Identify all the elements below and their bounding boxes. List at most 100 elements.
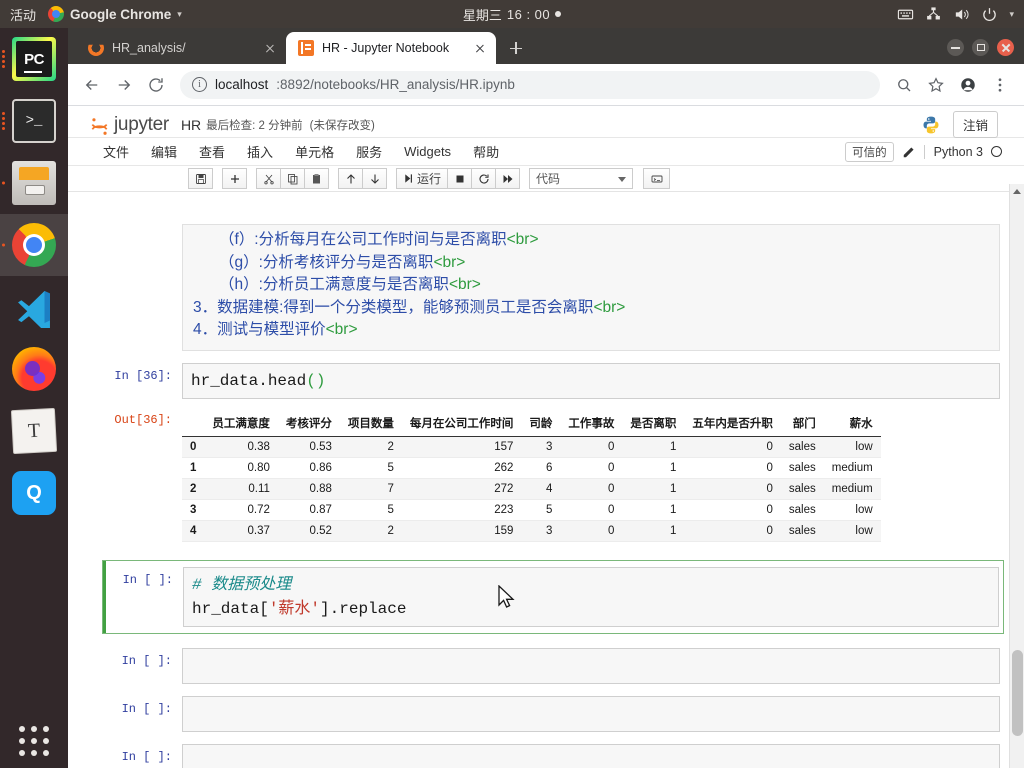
site-info-icon[interactable]: i (192, 77, 207, 92)
qq-icon: Q (12, 471, 56, 515)
save-button[interactable] (188, 168, 213, 189)
notebook-cell-empty-3[interactable]: In [ ]: (110, 743, 1000, 768)
chevron-down-icon: ▾ (177, 8, 182, 19)
code-editor[interactable] (182, 743, 1000, 768)
menu-view[interactable]: 查看 (188, 139, 236, 164)
python-logo-icon (921, 115, 941, 135)
trusted-badge: 可信的 (845, 141, 894, 162)
reload-button[interactable] (142, 71, 170, 99)
scrollbar-thumb[interactable] (1012, 650, 1023, 736)
cut-button[interactable] (256, 168, 281, 189)
restart-run-all-button[interactable] (495, 168, 521, 189)
notebook-cell-empty-1[interactable]: In [ ]: (110, 647, 1000, 684)
show-applications-button[interactable] (0, 726, 68, 756)
move-cell-up-button[interactable] (338, 168, 363, 189)
dock-item-pycharm[interactable]: PC (0, 28, 68, 90)
notebook-cell-empty-2[interactable]: In [ ]: (110, 695, 1000, 732)
menu-help[interactable]: 帮助 (462, 139, 510, 164)
dock-item-firefox[interactable] (0, 338, 68, 400)
col-satisfaction: 员工满意度 (204, 410, 278, 437)
menu-file[interactable]: 文件 (92, 139, 140, 164)
cell-prompt-in: In [ ]: (121, 749, 172, 764)
code-editor[interactable]: hr_data.head() (182, 362, 1000, 399)
command-palette-button[interactable] (643, 168, 671, 189)
clock-time: 16 : 00 (506, 6, 551, 22)
run-cell-button[interactable]: 运行 (396, 168, 449, 189)
dock-item-files[interactable] (0, 152, 68, 214)
cell-value: low (855, 524, 873, 537)
maximize-button[interactable] (972, 39, 989, 56)
activities-button[interactable]: 活动 (0, 5, 48, 24)
toolbar-group-edit (256, 168, 329, 189)
profile-button[interactable] (954, 71, 982, 99)
menu-edit[interactable]: 编辑 (140, 139, 188, 164)
cell-prompt (110, 224, 182, 351)
copy-button[interactable] (280, 168, 305, 189)
apps-grid-icon (19, 726, 49, 756)
kernel-idle-indicator-icon (991, 146, 1002, 157)
menu-cell[interactable]: 单元格 (284, 139, 345, 164)
interrupt-kernel-button[interactable] (447, 168, 473, 189)
logout-button[interactable]: 注销 (952, 111, 998, 138)
menu-insert[interactable]: 插入 (236, 139, 284, 164)
code-editor[interactable] (182, 647, 1000, 684)
edit-pencil-icon[interactable] (902, 145, 916, 159)
code-editor[interactable]: # 数据预处理 hr_data['薪水'].replace (183, 566, 999, 627)
dock-item-qq[interactable]: Q (0, 462, 68, 524)
br-tag: <br> (325, 321, 358, 338)
dock-item-terminal[interactable]: >_ (0, 90, 68, 152)
close-button[interactable] (997, 39, 1014, 56)
kernel-status-area: 可信的 Python 3 (845, 141, 1024, 162)
jupyter-logo[interactable]: jupyter (90, 114, 169, 136)
pycharm-label: PC (24, 50, 44, 73)
col-project-count: 项目数量 (339, 410, 402, 437)
restart-kernel-button[interactable] (471, 168, 497, 189)
cell-value: 3 (546, 524, 553, 537)
chrome-menu-button[interactable] (986, 71, 1014, 99)
kernel-name[interactable]: Python 3 (923, 144, 983, 159)
markdown-cell-content[interactable]: （f）:分析每月在公司工作时间与是否离职<br> （g）:分析考核评分与是否离职… (182, 224, 1000, 351)
chevron-down-icon (618, 177, 627, 182)
menu-kernel[interactable]: 服务 (345, 139, 393, 164)
notebook-name[interactable]: HR (181, 117, 201, 133)
page-scrollbar[interactable] (1009, 184, 1024, 768)
scroll-up-arrow-icon[interactable] (1010, 184, 1024, 198)
code-line-comment: # 数据预处理 (192, 573, 990, 597)
move-up-icon (346, 173, 355, 183)
move-cell-down-button[interactable] (362, 168, 387, 189)
paste-button[interactable] (304, 168, 329, 189)
close-icon[interactable] (262, 40, 278, 56)
topbar-status-area[interactable]: ▾ (897, 6, 1024, 23)
cell-value: sales (788, 440, 816, 453)
cell-value: 0.72 (247, 503, 270, 516)
menu-widgets[interactable]: Widgets (393, 141, 462, 162)
browser-tab-hr-notebook[interactable]: HR - Jupyter Notebook (286, 32, 496, 64)
paste-icon (312, 173, 320, 183)
chevron-down-icon[interactable]: ▾ (1009, 9, 1014, 20)
notebook-body[interactable]: （f）:分析每月在公司工作时间与是否离职<br> （g）:分析考核评分与是否离职… (68, 224, 1024, 768)
cell-type-select[interactable]: 代码 (529, 168, 634, 189)
notebook-cell-markdown[interactable]: （f）:分析每月在公司工作时间与是否离职<br> （g）:分析考核评分与是否离职… (110, 224, 1000, 351)
address-bar[interactable]: i localhost:8892/notebooks/HR_analysis/H… (180, 70, 880, 99)
dock-item-vscode[interactable] (0, 276, 68, 338)
back-button[interactable] (78, 71, 106, 99)
minimize-button[interactable] (947, 39, 964, 56)
forward-button[interactable] (110, 71, 138, 99)
browser-tab-hr-analysis[interactable]: HR_analysis/ (76, 32, 286, 64)
chrome-menu-icon (998, 77, 1002, 92)
bookmark-button[interactable] (922, 71, 950, 99)
chrome-icon (12, 223, 56, 267)
add-cell-icon (230, 174, 239, 183)
topbar-app-menu[interactable]: Google Chrome ▾ (48, 6, 182, 22)
notebook-cell-selected[interactable]: In [ ]: # 数据预处理 hr_data['薪水'].replace (102, 559, 1004, 634)
close-icon[interactable] (472, 40, 488, 56)
code-editor[interactable] (182, 695, 1000, 732)
col-department: 部门 (780, 410, 824, 437)
table-row: 4 0.37 0.52 2 159 3 0 1 0 sales low (182, 520, 881, 541)
notebook-cell-in-36[interactable]: In [36]: hr_data.head() (110, 362, 1000, 399)
dock-item-text-editor[interactable]: T (0, 400, 68, 462)
zoom-button[interactable] (890, 71, 918, 99)
dock-item-google-chrome[interactable] (0, 214, 68, 276)
insert-cell-button[interactable] (222, 168, 247, 189)
new-tab-button[interactable] (502, 34, 530, 62)
